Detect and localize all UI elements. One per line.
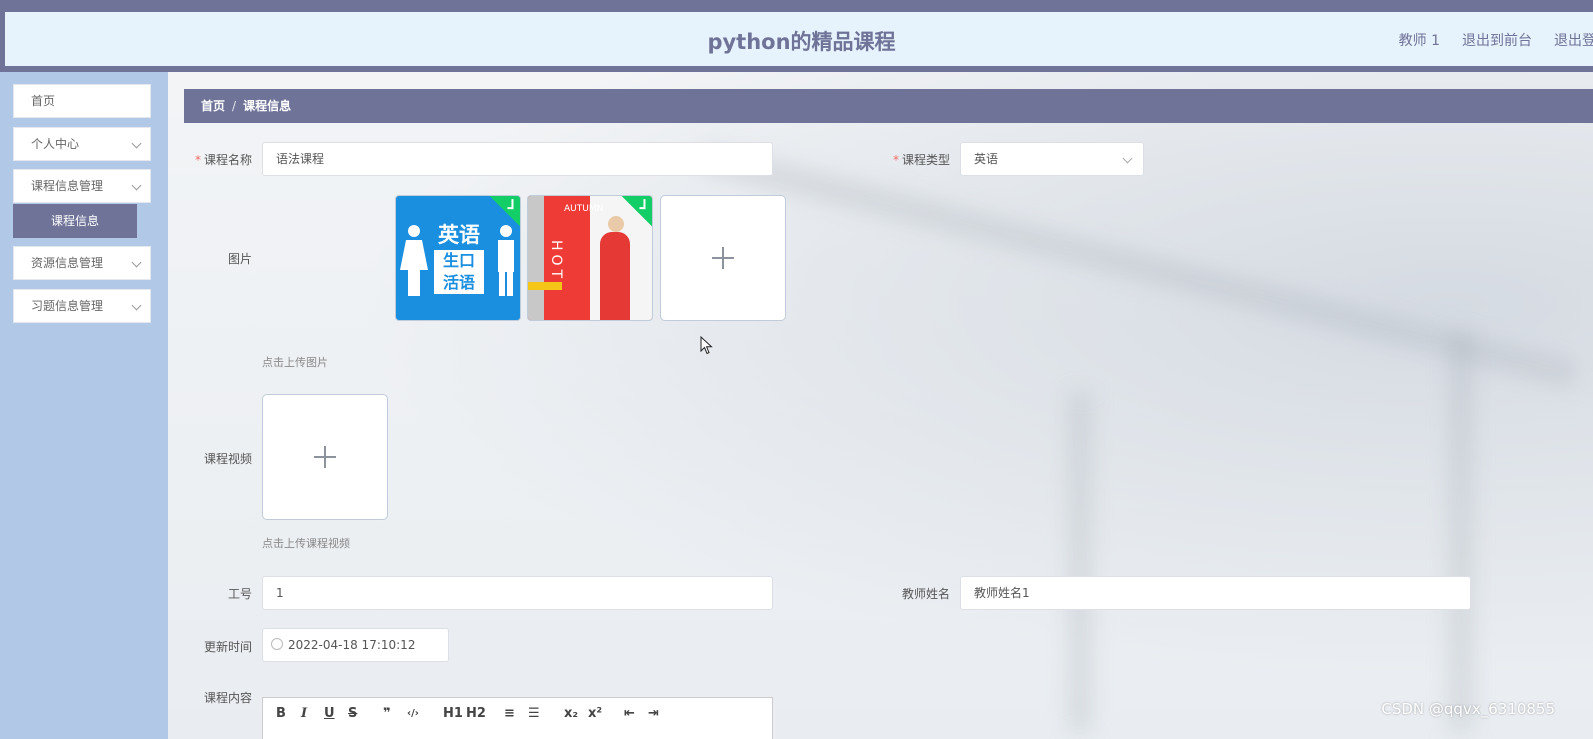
sidebar-item-label: 资源信息管理 xyxy=(31,256,104,270)
uploaded-image-english[interactable]: 英语 生口 活语 xyxy=(395,195,521,321)
sidebar-item-personal-center[interactable]: 个人中心 xyxy=(13,127,151,161)
exit-to-front-link[interactable]: 退出到前台 xyxy=(1462,30,1532,50)
sidebar-item-label: 习题信息管理 xyxy=(31,299,104,313)
image-label: 图片 xyxy=(227,252,252,266)
staff-id-input[interactable]: 1 xyxy=(262,576,773,610)
sidebar-item-course-management[interactable]: 课程信息管理 xyxy=(13,169,151,203)
video-upload-hint: 点击上传课程视频 xyxy=(262,537,350,550)
page-title: python的精品课程 xyxy=(707,30,896,54)
sidebar-item-label: 个人中心 xyxy=(31,137,80,151)
sidebar-item-label: 课程信息管理 xyxy=(31,179,104,193)
update-time-value: 2022-04-18 17:10:12 xyxy=(288,638,416,652)
plus-icon xyxy=(314,446,336,468)
breadcrumb: 首页 / 课程信息 xyxy=(184,89,1593,123)
logout-link[interactable]: 退出登录 xyxy=(1554,30,1593,50)
course-name-input[interactable]: 语法课程 xyxy=(262,142,773,176)
quote-button[interactable]: ❞ xyxy=(383,706,391,721)
chevron-down-icon xyxy=(131,138,142,149)
editor-toolbar: B I U S ❞ ‹/› H1 H2 ≡ ☰ x₂ x² ⇤ ⇥ xyxy=(262,697,773,739)
breadcrumb-home[interactable]: 首页 xyxy=(201,99,225,113)
superscript-button[interactable]: x² xyxy=(588,706,602,721)
subscript-button[interactable]: x₂ xyxy=(564,706,578,721)
sidebar: 首页 个人中心 课程信息管理 课程信息 资源信息管理 习题信息管理 xyxy=(0,72,168,739)
header-nav: 教师 1 退出到前台 退出登录 xyxy=(1399,30,1593,50)
image-upload-hint: 点击上传图片 xyxy=(262,356,328,369)
h2-button[interactable]: H2 xyxy=(466,706,486,721)
teacher-name-input[interactable]: 教师姓名1 xyxy=(960,576,1471,610)
italic-button[interactable]: I xyxy=(301,706,307,721)
sidebar-item-resource-management[interactable]: 资源信息管理 xyxy=(13,246,151,280)
user-label[interactable]: 教师 1 xyxy=(1399,30,1440,50)
background-blur xyxy=(1448,332,1474,732)
h1-button[interactable]: H1 xyxy=(443,706,463,721)
course-type-select[interactable]: 英语 xyxy=(960,142,1144,176)
indent-button[interactable]: ⇥ xyxy=(648,706,659,721)
sidebar-item-home[interactable]: 首页 xyxy=(13,84,151,118)
sidebar-item-label: 首页 xyxy=(31,94,56,108)
mouse-cursor-icon xyxy=(700,336,713,355)
english-thumb-title: 英语 xyxy=(438,223,480,247)
plus-icon xyxy=(712,247,734,269)
video-label: 课程视频 xyxy=(203,452,252,466)
chevron-down-icon xyxy=(1122,153,1133,164)
header: python的精品课程 教师 1 退出到前台 退出登录 xyxy=(0,12,1593,72)
course-name-label: * 课程名称 xyxy=(194,153,252,167)
top-strip xyxy=(0,0,1593,12)
chevron-down-icon xyxy=(131,257,142,268)
code-button[interactable]: ‹/› xyxy=(407,708,419,719)
chevron-down-icon xyxy=(131,300,142,311)
english-thumb-box: 生口 活语 xyxy=(434,250,484,294)
background-blur xyxy=(1068,392,1092,732)
update-time-picker[interactable]: 2022-04-18 17:10:12 xyxy=(262,628,449,662)
ordered-list-button[interactable]: ≡ xyxy=(504,706,515,721)
sidebar-item-exercise-management[interactable]: 习题信息管理 xyxy=(13,289,151,323)
sidebar-subitem-course-info[interactable]: 课程信息 xyxy=(13,204,137,238)
update-time-label: 更新时间 xyxy=(203,640,252,654)
bold-button[interactable]: B xyxy=(276,706,286,721)
course-type-value: 英语 xyxy=(974,152,999,166)
breadcrumb-separator: / xyxy=(232,99,237,113)
content-label: 课程内容 xyxy=(203,691,252,705)
video-upload-button[interactable] xyxy=(262,394,388,520)
staff-id-label: 工号 xyxy=(227,587,252,601)
underline-button[interactable]: U xyxy=(324,706,335,721)
poster-text: AUTUMN xyxy=(564,204,604,214)
breadcrumb-current: 课程信息 xyxy=(243,99,292,113)
bullet-list-button[interactable]: ☰ xyxy=(528,706,540,721)
poster-hot-text: HOT xyxy=(548,240,564,283)
background-blur xyxy=(697,143,1579,389)
outdent-button[interactable]: ⇤ xyxy=(624,706,635,721)
image-upload-button[interactable] xyxy=(660,195,786,321)
strike-button[interactable]: S xyxy=(348,706,357,721)
uploaded-image-poster[interactable]: AUTUMN HOT xyxy=(527,195,653,321)
course-type-label: * 课程类型 xyxy=(892,153,950,167)
teacher-name-label: 教师姓名 xyxy=(901,587,950,601)
clock-icon xyxy=(271,638,283,650)
chevron-down-icon xyxy=(131,180,142,191)
watermark: CSDN @qqvx_6310855 xyxy=(1381,700,1555,718)
